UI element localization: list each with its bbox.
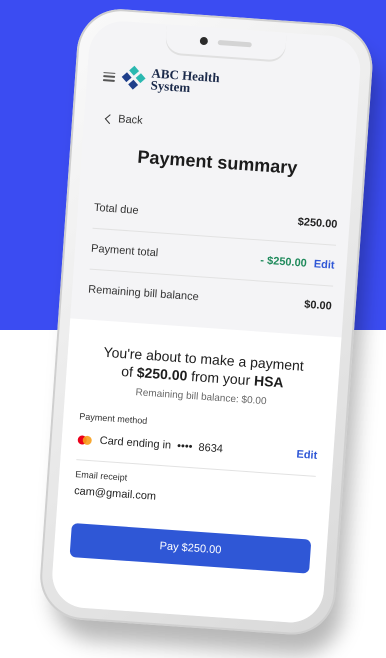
remaining-balance-label: Remaining bill balance xyxy=(87,283,200,304)
phone-notch xyxy=(164,24,287,61)
card-mask: •••• xyxy=(176,440,193,454)
mastercard-circle-orange xyxy=(82,435,93,445)
confirmation-prefix: of xyxy=(120,363,138,381)
total-due-label: Total due xyxy=(93,201,139,217)
brand-logo-icon xyxy=(121,65,146,90)
brand-name: ABC Health System xyxy=(150,65,220,96)
logo-diamond-bottom xyxy=(128,79,139,90)
speaker-icon xyxy=(217,39,252,47)
edit-payment-total-link[interactable]: Edit xyxy=(313,258,335,271)
confirmation-account: HSA xyxy=(253,372,285,391)
logo-diamond-left xyxy=(121,72,132,83)
confirmation-middle: from your xyxy=(186,367,255,389)
confirmation-amount: $250.00 xyxy=(136,364,188,384)
logo-diamond-top xyxy=(129,65,140,76)
payment-total-value: - $250.00 xyxy=(259,254,308,270)
payment-summary-list: Total due $250.00 Payment total - $250.0… xyxy=(87,187,339,327)
phone-mockup: ABC Health System Back Payment summary T… xyxy=(37,6,382,658)
payment-method-label: Payment method xyxy=(79,411,148,426)
email-receipt-value: cam@gmail.com xyxy=(73,485,157,503)
mastercard-icon xyxy=(77,434,93,445)
remaining-balance-value: $0.00 xyxy=(303,298,333,313)
logo-diamond-right xyxy=(135,73,146,84)
payment-total-label: Payment total xyxy=(90,242,159,260)
phone-frame: ABC Health System Back Payment summary T… xyxy=(37,6,376,638)
email-receipt-label: Email receipt xyxy=(74,469,128,483)
payment-total-group: - $250.00 Edit xyxy=(260,255,335,272)
card-last4: 8634 xyxy=(198,441,224,456)
phone-screen: ABC Health System Back Payment summary T… xyxy=(50,19,363,625)
card-text: Card ending in xyxy=(99,434,172,452)
total-due-value: $250.00 xyxy=(297,216,338,231)
payment-method-row: Card ending in •••• 8634 Edit xyxy=(77,429,318,466)
page-title: Payment summary xyxy=(136,146,298,178)
app-header: ABC Health System xyxy=(86,53,360,116)
edit-payment-method-link[interactable]: Edit xyxy=(296,448,318,461)
back-link[interactable]: Back xyxy=(104,112,144,127)
pay-button[interactable]: Pay $250.00 xyxy=(69,522,312,574)
hamburger-menu-icon[interactable] xyxy=(102,71,116,82)
camera-icon xyxy=(199,36,209,46)
back-label: Back xyxy=(117,113,144,127)
confirmation-card: You're about to make a payment of $250.0… xyxy=(50,318,342,625)
chevron-left-icon xyxy=(104,113,115,124)
